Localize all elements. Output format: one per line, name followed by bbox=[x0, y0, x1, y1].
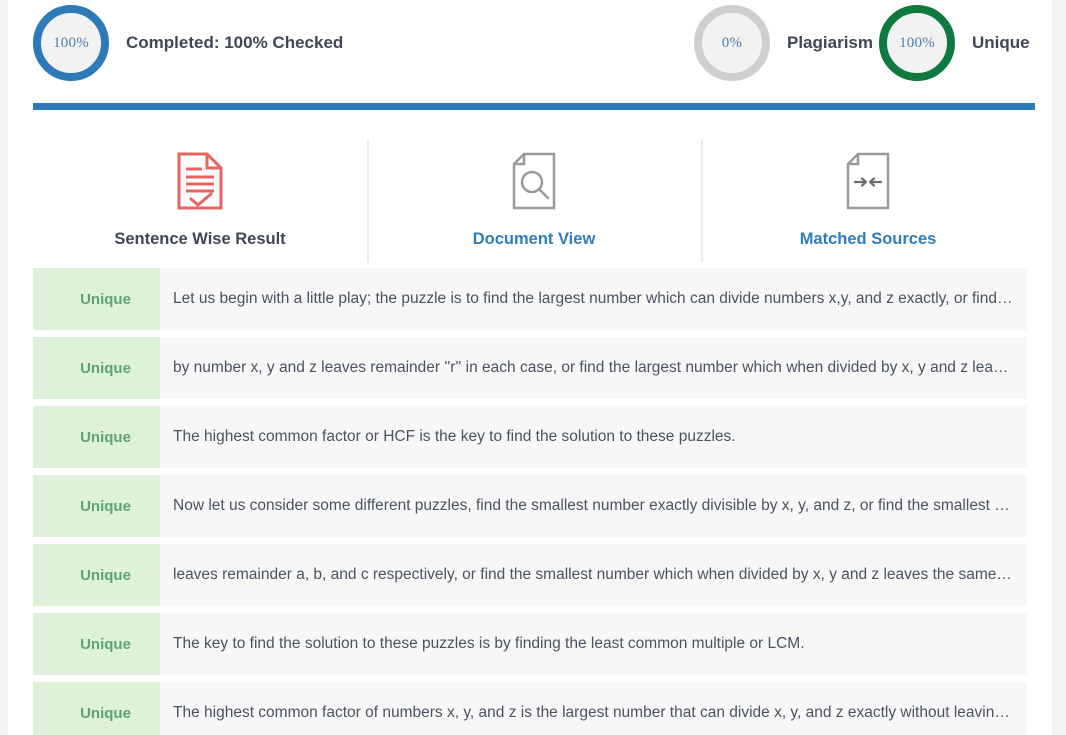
status-badge-label: Unique bbox=[80, 497, 131, 515]
sentence-text-value: Now let us consider some different puzzl… bbox=[173, 497, 1013, 514]
sentence-text: leaves remainder a, b, and c respectivel… bbox=[160, 544, 1027, 606]
sentence-text-value: by number x, y and z leaves remainder ''… bbox=[173, 359, 1013, 376]
status-badge: Unique bbox=[33, 544, 160, 606]
document-compare-icon bbox=[844, 152, 892, 210]
status-badge: Unique bbox=[33, 337, 160, 399]
status-badge: Unique bbox=[33, 475, 160, 537]
progress-ring-unique-value: 100% bbox=[899, 34, 935, 51]
sentence-text-value: Let us begin with a little play; the puz… bbox=[173, 290, 1013, 307]
sentence-text: Now let us consider some different puzzl… bbox=[160, 475, 1027, 537]
status-badge-label: Unique bbox=[80, 359, 131, 377]
stat-unique: 100% Unique bbox=[879, 5, 1030, 81]
tab-matched-sources-label: Matched Sources bbox=[799, 230, 937, 248]
status-badge-label: Unique bbox=[80, 290, 131, 308]
document-check-icon bbox=[176, 152, 224, 210]
progress-ring-completed-value: 100% bbox=[53, 34, 89, 51]
sentence-results-list: Unique Let us begin with a little play; … bbox=[33, 268, 1027, 735]
table-row[interactable]: Unique Let us begin with a little play; … bbox=[33, 268, 1027, 330]
page-root: 100% Completed: 100% Checked 0% Plagiari… bbox=[0, 0, 1066, 735]
status-badge-label: Unique bbox=[80, 704, 131, 722]
sentence-text-value: The highest common factor of numbers x, … bbox=[173, 704, 1013, 721]
result-tabs: Sentence Wise Result Document View Match… bbox=[33, 131, 1035, 262]
table-row[interactable]: Unique Now let us consider some differen… bbox=[33, 475, 1027, 537]
sentence-text-value: The key to find the solution to these pu… bbox=[173, 635, 805, 652]
sentence-text: by number x, y and z leaves remainder ''… bbox=[160, 337, 1027, 399]
status-badge: Unique bbox=[33, 406, 160, 468]
progress-ring-unique: 100% bbox=[879, 5, 955, 81]
status-badge: Unique bbox=[33, 613, 160, 675]
document-search-icon bbox=[510, 152, 558, 210]
tab-document-view-label: Document View bbox=[472, 230, 596, 248]
stat-plagiarism-label: Plagiarism bbox=[787, 33, 873, 52]
sentence-text: The highest common factor of numbers x, … bbox=[160, 682, 1027, 735]
table-row[interactable]: Unique The key to find the solution to t… bbox=[33, 613, 1027, 675]
stat-completed: 100% Completed: 100% Checked bbox=[33, 5, 343, 81]
tab-matched-sources[interactable]: Matched Sources bbox=[701, 131, 1035, 262]
status-badge: Unique bbox=[33, 682, 160, 735]
sentence-text: The key to find the solution to these pu… bbox=[160, 613, 1027, 675]
table-row[interactable]: Unique leaves remainder a, b, and c resp… bbox=[33, 544, 1027, 606]
section-divider bbox=[33, 103, 1035, 110]
status-badge-label: Unique bbox=[80, 428, 131, 446]
sentence-text-value: leaves remainder a, b, and c respectivel… bbox=[173, 566, 1013, 583]
tab-document-view[interactable]: Document View bbox=[367, 131, 701, 262]
table-row[interactable]: Unique by number x, y and z leaves remai… bbox=[33, 337, 1027, 399]
sentence-text-value: The highest common factor or HCF is the … bbox=[173, 428, 736, 445]
table-row[interactable]: Unique The highest common factor of numb… bbox=[33, 682, 1027, 735]
sentence-text: Let us begin with a little play; the puz… bbox=[160, 268, 1027, 330]
status-badge-label: Unique bbox=[80, 635, 131, 653]
tab-sentence-wise-result[interactable]: Sentence Wise Result bbox=[33, 131, 367, 262]
progress-ring-plagiarism: 0% bbox=[694, 5, 770, 81]
content-panel: 100% Completed: 100% Checked 0% Plagiari… bbox=[8, 0, 1052, 735]
status-badge: Unique bbox=[33, 268, 160, 330]
tab-sentence-wise-result-label: Sentence Wise Result bbox=[114, 230, 286, 248]
stat-unique-label: Unique bbox=[972, 33, 1030, 52]
summary-header: 100% Completed: 100% Checked 0% Plagiari… bbox=[8, 0, 1052, 95]
sentence-text: The highest common factor or HCF is the … bbox=[160, 406, 1027, 468]
stat-plagiarism: 0% Plagiarism bbox=[694, 5, 873, 81]
table-row[interactable]: Unique The highest common factor or HCF … bbox=[33, 406, 1027, 468]
stat-completed-label: Completed: 100% Checked bbox=[126, 33, 344, 52]
progress-ring-completed: 100% bbox=[33, 5, 109, 81]
progress-ring-plagiarism-value: 0% bbox=[721, 34, 743, 51]
status-badge-label: Unique bbox=[80, 566, 131, 584]
